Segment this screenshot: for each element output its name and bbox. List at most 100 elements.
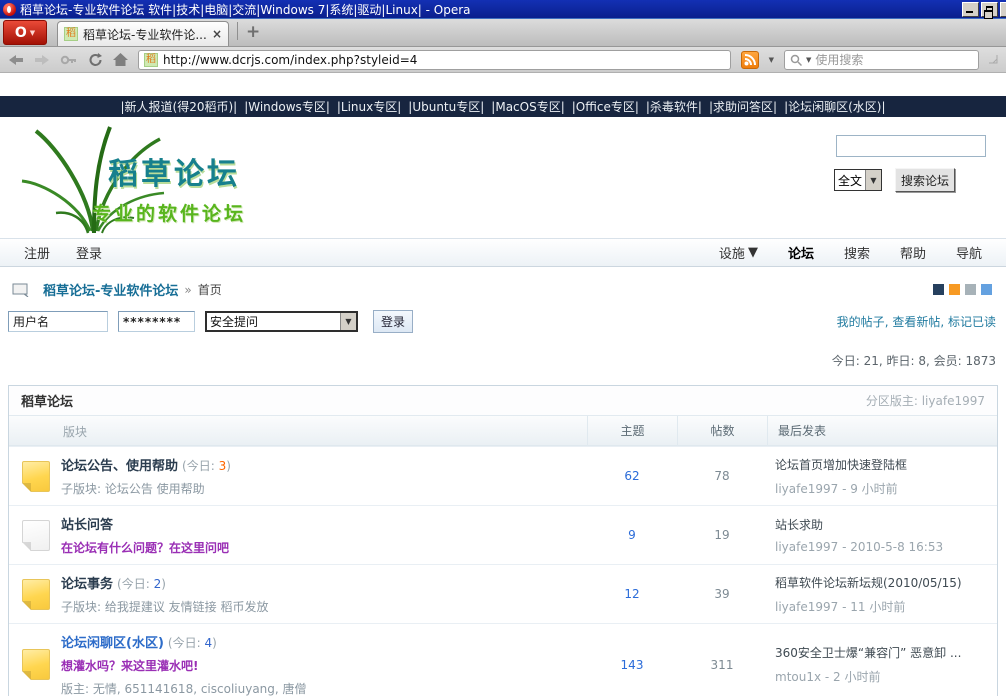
- menu-help[interactable]: 帮助: [900, 243, 926, 262]
- menu-search[interactable]: 搜索: [844, 243, 870, 262]
- thread-count-link[interactable]: 9: [587, 528, 677, 542]
- last-post-meta: liyafe1997 - 2010-5-8 16:53: [775, 540, 997, 554]
- style-swatch-navy[interactable]: [933, 284, 944, 295]
- browser-search-input[interactable]: [815, 53, 973, 67]
- url-text: http://www.dcrjs.com/index.php?styleid=4: [163, 53, 417, 67]
- back-icon: [8, 54, 24, 66]
- menu-settings[interactable]: 设施 ▼: [719, 243, 758, 262]
- forum-no-new-posts-icon: [22, 520, 50, 551]
- table-row: 站长问答 在论坛有什么问题？在这里问吧 9 19 站长求助 liyafe1997…: [9, 505, 997, 564]
- last-post-link[interactable]: 稻草软件论坛新坛规(2010/05/15): [775, 574, 997, 591]
- top-nav-link[interactable]: |杀毒软件|: [646, 98, 702, 115]
- top-nav-link[interactable]: |Windows专区|: [244, 98, 330, 115]
- last-post-link[interactable]: 论坛首页增加快速登陆框: [775, 456, 997, 473]
- new-tab-button[interactable]: +: [246, 24, 260, 41]
- column-header-row: 版块 主题 帖数 最后发表: [9, 416, 997, 446]
- menu-settings-label: 设施: [719, 243, 745, 262]
- reload-icon: [88, 53, 103, 67]
- top-nav-link[interactable]: |Office专区|: [572, 98, 639, 115]
- menu-login[interactable]: 登录: [76, 243, 102, 262]
- top-nav-link[interactable]: |MacOS专区|: [491, 98, 564, 115]
- search-scope-select[interactable]: 全文 ▼: [834, 169, 882, 191]
- reload-button[interactable]: [88, 53, 103, 67]
- window-titlebar: 稻草论坛-专业软件论坛 软件|技术|电脑|交流|Windows 7|系统|驱动|…: [0, 0, 1006, 19]
- password-field[interactable]: [118, 311, 195, 332]
- forum-new-posts-icon: [22, 461, 50, 492]
- thread-count-link[interactable]: 12: [587, 587, 677, 601]
- subforum-links[interactable]: 子版块: 论坛公告 使用帮助: [61, 480, 231, 497]
- forum-search-input[interactable]: [836, 135, 986, 157]
- key-icon: [60, 54, 78, 66]
- today-count: 4: [204, 636, 212, 650]
- forum-search-button[interactable]: 搜索论坛: [895, 168, 955, 192]
- username-field[interactable]: [8, 311, 108, 332]
- breadcrumb-site-link[interactable]: 稻草论坛-专业软件论坛: [43, 280, 178, 299]
- url-field[interactable]: 稻 http://www.dcrjs.com/index.php?styleid…: [138, 50, 731, 70]
- close-button[interactable]: [1000, 2, 1006, 17]
- rss-button[interactable]: [741, 51, 759, 69]
- tab-forum[interactable]: 稻 稻草论坛-专业软件论... ×: [57, 21, 229, 46]
- forum-new-posts-icon: [22, 579, 50, 610]
- last-post-link[interactable]: 站长求助: [775, 516, 997, 533]
- home-icon: [113, 53, 128, 66]
- thread-count-link[interactable]: 143: [587, 658, 677, 672]
- new-posts-link[interactable]: 查看新帖: [892, 315, 940, 329]
- opera-menu-button[interactable]: O ▼: [3, 20, 47, 45]
- security-question-value: 安全提问: [207, 313, 340, 330]
- my-posts-link[interactable]: 我的帖子: [837, 315, 885, 329]
- column-lastpost: 最后发表: [767, 416, 997, 446]
- forum-menu-bar: 注册 登录 设施 ▼ 论坛 搜索 帮助 导航: [0, 238, 1006, 267]
- home-button[interactable]: [113, 53, 128, 66]
- search-engine-dropdown-icon[interactable]: ▼: [806, 56, 811, 64]
- table-row: 论坛事务(今日: 2) 子版块: 给我提建议 友情链接 稻币发放 12 39 稻…: [9, 564, 997, 623]
- today-label: (今日:: [182, 459, 219, 473]
- top-nav-link[interactable]: |新人报道(得20稻币)|: [120, 98, 237, 115]
- category-title[interactable]: 稻草论坛: [21, 391, 73, 410]
- top-nav-link[interactable]: |Ubuntu专区|: [408, 98, 484, 115]
- last-post-link[interactable]: 360安全卫士爆“兼容门” 恶意卸 ...: [775, 644, 997, 661]
- select-arrow-icon: ▼: [340, 313, 356, 330]
- mark-read-link[interactable]: 标记已读: [948, 315, 996, 329]
- restore-button[interactable]: [981, 2, 998, 17]
- login-button[interactable]: 登录: [373, 310, 413, 333]
- resize-gripper-icon[interactable]: [989, 55, 998, 64]
- menu-nav[interactable]: 导航: [956, 243, 982, 262]
- top-nav-link[interactable]: |Linux专区|: [337, 98, 401, 115]
- wand-button[interactable]: [60, 54, 78, 66]
- top-nav-link[interactable]: |论坛闲聊区(水区)|: [784, 98, 885, 115]
- window-title: 稻草论坛-专业软件论坛 软件|技术|电脑|交流|Windows 7|系统|驱动|…: [20, 1, 958, 18]
- select-arrow-icon: ▼: [865, 170, 881, 190]
- menu-register[interactable]: 注册: [24, 243, 50, 262]
- column-threads: 主题: [587, 416, 677, 446]
- rss-dropdown-icon[interactable]: ▼: [769, 56, 774, 64]
- forum-link[interactable]: 论坛闲聊区(水区): [61, 636, 164, 651]
- security-question-select[interactable]: 安全提问 ▼: [205, 311, 358, 332]
- style-swatch-orange[interactable]: [949, 284, 960, 295]
- opera-logo-icon: [3, 3, 16, 16]
- forward-button[interactable]: [34, 54, 50, 66]
- forum-link[interactable]: 站长问答: [61, 518, 113, 533]
- logo-title: 稻草论坛: [108, 149, 240, 193]
- minimize-button[interactable]: [962, 2, 979, 17]
- moderator-links[interactable]: 版主: 无情, 651141618, ciscoliuyang, 唐僧: [61, 680, 307, 696]
- today-label: ): [212, 636, 217, 650]
- forum-table: 稻草论坛 分区版主: liyafe1997 版块 主题 帖数 最后发表 论坛公告…: [8, 385, 998, 696]
- back-button[interactable]: [8, 54, 24, 66]
- address-bar: 稻 http://www.dcrjs.com/index.php?styleid…: [0, 47, 1006, 73]
- top-nav-link[interactable]: |求助问答区|: [709, 98, 777, 115]
- rss-icon: [744, 54, 756, 66]
- forum-link[interactable]: 论坛事务: [61, 577, 113, 592]
- tab-title: 稻草论坛-专业软件论...: [83, 26, 207, 43]
- site-header: 稻草论坛 专业的软件论坛 全文 ▼ 搜索论坛: [0, 117, 1006, 238]
- style-swatch-gray[interactable]: [965, 284, 976, 295]
- tab-close-icon[interactable]: ×: [212, 27, 222, 41]
- menu-forum[interactable]: 论坛: [788, 243, 814, 262]
- forum-link[interactable]: 论坛公告、使用帮助: [61, 459, 178, 474]
- thread-count-link[interactable]: 62: [587, 469, 677, 483]
- browser-search-field[interactable]: ▼: [784, 50, 979, 70]
- style-swatch-blue[interactable]: [981, 284, 992, 295]
- table-row: 论坛闲聊区(水区)(今日: 4) 想灌水吗？来这里灌水吧! 版主: 无情, 65…: [9, 623, 997, 696]
- subforum-links[interactable]: 子版块: 给我提建议 友情链接 稻币发放: [61, 598, 269, 615]
- forum-icon: [12, 283, 29, 297]
- page-content: |新人报道(得20稻币)| |Windows专区| |Linux专区| |Ubuntu…: [0, 96, 1006, 696]
